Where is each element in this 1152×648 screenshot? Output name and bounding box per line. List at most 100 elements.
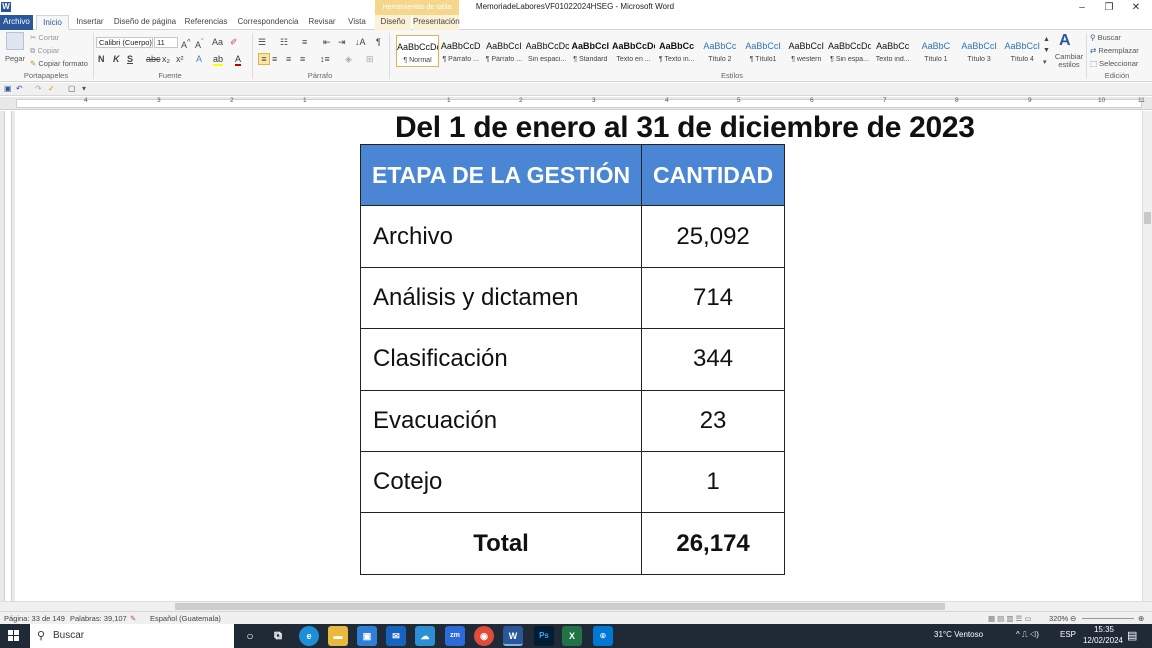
zoom-level[interactable]: 320% <box>1049 614 1068 623</box>
edge-icon[interactable]: e <box>299 626 319 646</box>
multilevel-list-icon[interactable]: ≡ <box>302 37 307 47</box>
change-styles-button[interactable]: Cambiar estilos <box>1054 53 1084 69</box>
strikethrough-button[interactable]: abc <box>146 54 161 64</box>
style-tile[interactable]: AaBbCc Título 2 <box>698 35 741 67</box>
decrease-indent-icon[interactable]: ⇤ <box>323 37 331 48</box>
tab-diseno[interactable]: Diseño <box>375 15 411 30</box>
excel-icon[interactable]: X <box>562 626 582 646</box>
tab-inicio[interactable]: Inicio <box>36 15 69 30</box>
word-app-icon[interactable]: W <box>1 2 11 12</box>
paste-button[interactable]: Pegar <box>5 54 25 63</box>
shrink-font-icon[interactable]: Aˇ <box>195 37 204 50</box>
save-icon[interactable]: ▣ <box>4 84 12 93</box>
table-header-quantity[interactable]: CANTIDAD <box>641 143 785 207</box>
gallery-scroll-up-icon[interactable]: ▲ <box>1043 36 1050 43</box>
horizontal-scrollbar[interactable] <box>0 601 1152 611</box>
style-tile[interactable]: AaBbCcI ¶ Párrafo ... <box>482 35 525 67</box>
change-case-icon[interactable]: Aa <box>212 37 223 47</box>
numbering-icon[interactable]: ☷ <box>280 37 288 48</box>
superscript-button[interactable]: x² <box>176 54 184 64</box>
horizontal-ruler[interactable]: 4 3 2 1 1 2 3 4 5 6 7 8 9 10 11 <box>0 97 1152 110</box>
replace-button[interactable]: ⇄ Reemplazar <box>1090 46 1139 55</box>
tab-correspondencia[interactable]: Correspondencia <box>236 15 300 30</box>
tab-revisar[interactable]: Revisar <box>306 15 338 30</box>
font-family-combo[interactable]: Calibri (Cuerpo) <box>96 37 153 48</box>
style-tile[interactable]: AaBbCcDc Sin espaci... <box>526 35 569 67</box>
store-icon[interactable]: ▣ <box>357 626 377 646</box>
table-cell-stage[interactable]: Evacuación <box>359 389 643 452</box>
copy-button[interactable]: ⧉ Copiar <box>30 46 60 56</box>
table-cell-stage[interactable]: Archivo <box>359 205 643 268</box>
style-tile[interactable]: AaBbC Título 1 <box>914 35 957 67</box>
file-explorer-icon[interactable]: ▬ <box>328 626 348 646</box>
outlook-icon[interactable]: ⌾ <box>593 626 613 646</box>
tab-vista[interactable]: Vista <box>344 15 370 30</box>
windows-start-icon[interactable] <box>8 630 20 642</box>
maximize-button[interactable]: ❐ <box>1095 0 1123 15</box>
word-taskbar-icon[interactable]: W <box>503 626 523 646</box>
cut-button[interactable]: ✂ Cortar <box>30 33 59 42</box>
align-left-icon[interactable]: ≡ <box>258 53 270 65</box>
shading-icon[interactable]: ◈ <box>345 54 352 65</box>
bullets-icon[interactable]: ☰ <box>258 37 266 48</box>
customize-qat-icon[interactable]: ▾ <box>82 84 86 93</box>
font-size-combo[interactable]: 11 <box>154 37 178 48</box>
input-language[interactable]: ESP <box>1060 630 1076 639</box>
undo-icon[interactable]: ↶ <box>16 84 23 93</box>
italic-button[interactable]: K <box>113 54 120 64</box>
show-marks-button[interactable]: ¶ <box>376 37 381 47</box>
style-tile[interactable]: AaBbCcI ¶ western <box>785 35 828 67</box>
find-button[interactable]: ⚲ Buscar <box>1090 33 1121 42</box>
taskbar-search[interactable]: ⚲ Buscar <box>30 624 234 648</box>
tab-presentacion[interactable]: Presentación <box>413 15 460 30</box>
data-table[interactable]: ETAPA DE LA GESTIÓN CANTIDAD Archivo 25,… <box>359 143 785 575</box>
spellcheck-icon[interactable]: ✎ <box>130 614 136 623</box>
justify-icon[interactable]: ≡ <box>300 54 305 64</box>
cortana-icon[interactable]: ○ <box>240 626 260 646</box>
view-buttons-icon[interactable]: ▦ ▤ ▥ ☰ ▭ <box>988 614 1031 623</box>
tray-icons[interactable]: ^ ⎍ ◁) <box>1016 630 1039 640</box>
gallery-scroll-down-icon[interactable]: ▼ <box>1043 47 1050 54</box>
sort-icon[interactable]: ↓A <box>355 37 366 47</box>
grow-font-icon[interactable]: A^ <box>181 37 191 50</box>
table-header-stage[interactable]: ETAPA DE LA GESTIÓN <box>359 143 643 207</box>
weather-app-icon[interactable]: ☁ <box>415 626 435 646</box>
status-word-count[interactable]: Palabras: 39,107 <box>70 614 127 623</box>
photoshop-icon[interactable]: Ps <box>534 626 554 646</box>
vertical-scrollbar[interactable] <box>1142 111 1152 601</box>
line-spacing-icon[interactable]: ↕≡ <box>320 54 330 64</box>
table-total-value[interactable]: 26,174 <box>641 512 785 575</box>
minimize-button[interactable]: – <box>1068 0 1096 15</box>
paste-icon[interactable] <box>6 32 24 50</box>
spelling-icon[interactable]: ✓ <box>48 84 55 93</box>
style-tile[interactable]: AaBbCcD ¶ Párrafo ... <box>439 35 482 67</box>
style-tile[interactable]: AaBbCcI ¶ Standard <box>569 35 612 67</box>
table-cell-quantity[interactable]: 714 <box>641 266 785 330</box>
table-cell-quantity[interactable]: 23 <box>641 389 785 452</box>
close-button[interactable]: ✕ <box>1122 0 1150 15</box>
table-cell-quantity[interactable]: 1 <box>641 450 785 514</box>
align-center-icon[interactable]: ≡ <box>272 54 277 64</box>
style-tile[interactable]: AaBbCcI Título 4 <box>1001 35 1044 67</box>
redo-icon[interactable]: ↷ <box>35 84 42 93</box>
vertical-scroll-thumb[interactable] <box>1144 212 1151 224</box>
table-cell-stage[interactable]: Cotejo <box>359 450 643 514</box>
style-tile[interactable]: AaBbCcI Título 3 <box>958 35 1001 67</box>
tab-referencias[interactable]: Referencias <box>182 15 230 30</box>
clock-time[interactable]: 15:35 <box>1088 625 1120 634</box>
table-cell-quantity[interactable]: 344 <box>641 328 785 391</box>
zoom-in-icon[interactable]: ⊕ <box>1138 614 1144 623</box>
table-cell-quantity[interactable]: 25,092 <box>641 205 785 268</box>
borders-icon[interactable]: ⊞ <box>366 54 374 65</box>
style-tile[interactable]: AaBbCcDc Texto en ... <box>612 35 655 67</box>
notifications-icon[interactable]: ▤ <box>1127 629 1137 642</box>
clock-date[interactable]: 12/02/2024 <box>1082 636 1124 645</box>
status-page-count[interactable]: Página: 33 de 149 <box>4 614 65 623</box>
vertical-ruler[interactable] <box>0 111 15 601</box>
style-tile[interactable]: AaBbCcI ¶ Título1 <box>742 35 785 67</box>
highlight-icon[interactable]: ab <box>213 54 224 66</box>
style-tile[interactable]: AaBbCcDdI ¶ Sin espa... <box>828 35 871 67</box>
zoom-out-icon[interactable]: ⊖ <box>1070 614 1076 623</box>
subscript-button[interactable]: x₂ <box>162 54 170 64</box>
style-tile[interactable]: AaBbCc Texto ind... <box>871 35 914 67</box>
